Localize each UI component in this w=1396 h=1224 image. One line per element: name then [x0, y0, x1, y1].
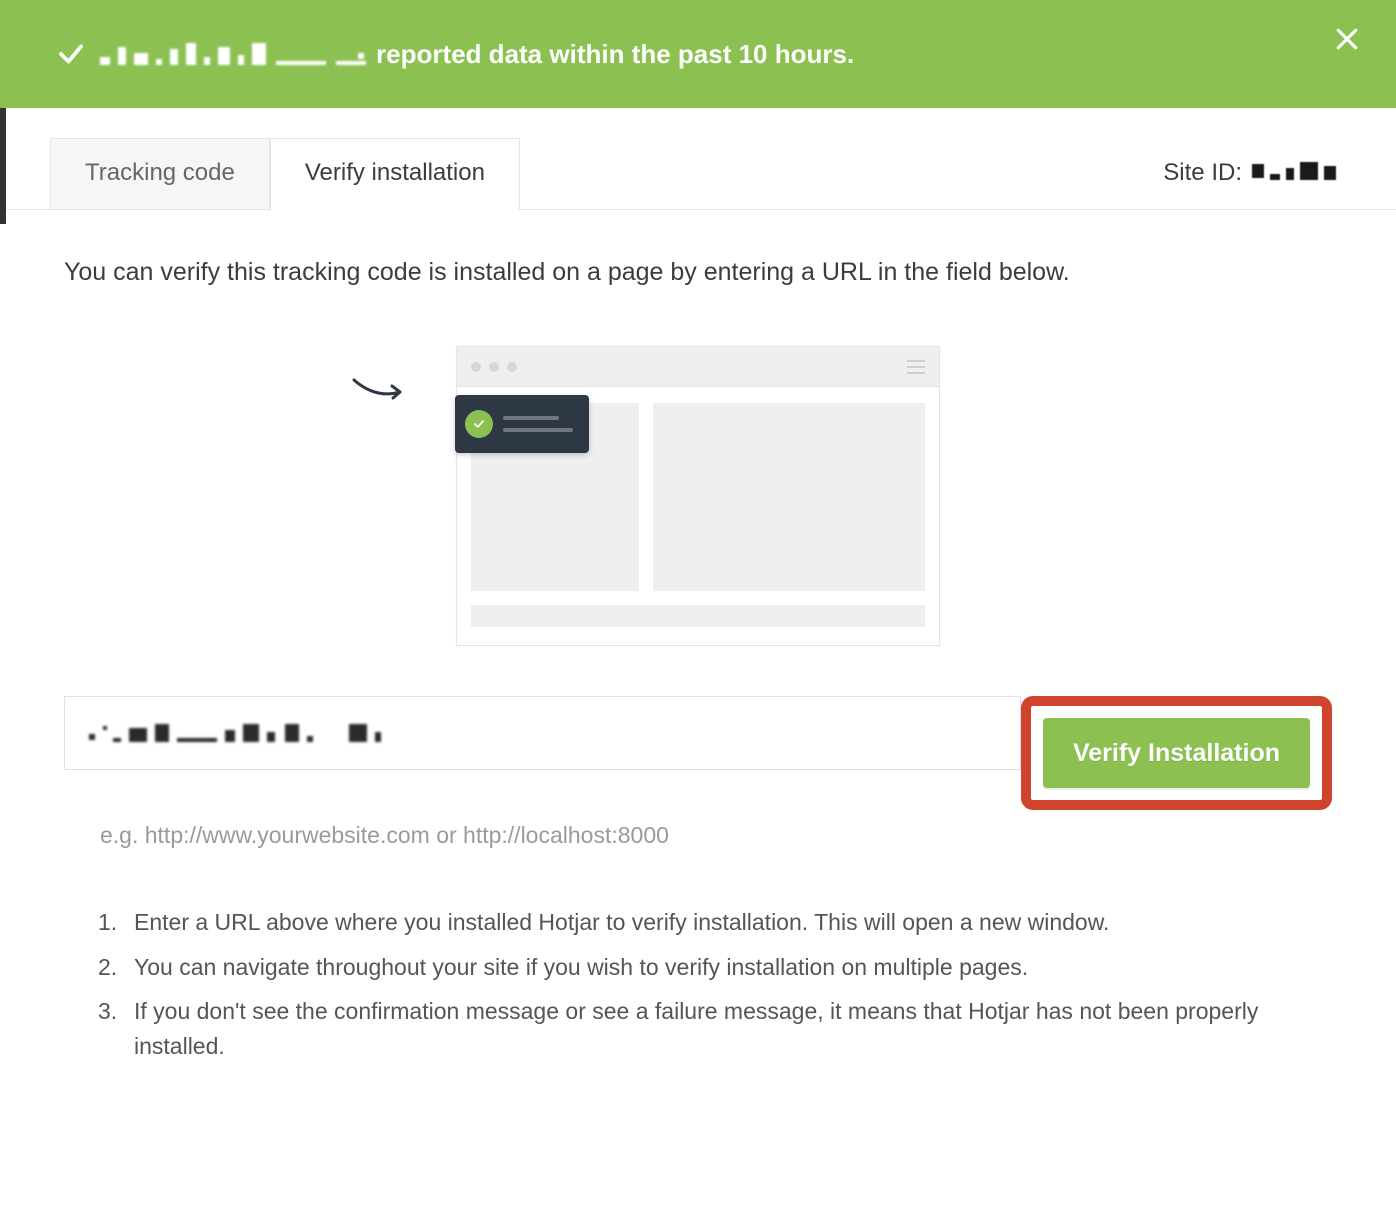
site-id-label: Site ID: — [1163, 159, 1242, 187]
toast-lines — [503, 416, 573, 432]
step-1: Enter a URL above where you installed Ho… — [98, 905, 1322, 940]
toast-check-icon — [465, 410, 493, 438]
intro-text: You can verify this tracking code is ins… — [64, 254, 1332, 290]
browser-bar — [457, 347, 939, 387]
tabs: Tracking code Verify installation — [50, 138, 520, 209]
tab-tracking-code[interactable]: Tracking code — [50, 138, 270, 209]
banner-site-name-redacted — [100, 39, 366, 69]
illustration — [64, 346, 1332, 646]
banner-message: reported data within the past 10 hours. — [376, 39, 854, 70]
url-value-redacted — [89, 720, 419, 746]
left-edge-decoration — [0, 100, 6, 224]
close-icon[interactable] — [1332, 24, 1362, 54]
url-input[interactable] — [64, 696, 1021, 770]
step-3: If you don't see the confirmation messag… — [98, 994, 1322, 1063]
step-2: You can navigate throughout your site if… — [98, 950, 1322, 985]
status-banner: reported data within the past 10 hours. — [0, 0, 1396, 108]
tabs-row: Tracking code Verify installation Site I… — [0, 108, 1396, 210]
tab-verify-installation[interactable]: Verify installation — [270, 138, 520, 209]
site-id-value-redacted — [1252, 162, 1336, 184]
url-hint: e.g. http://www.yourwebsite.com or http:… — [100, 822, 1332, 849]
verify-button-highlight: Verify Installation — [1021, 696, 1332, 810]
steps-list: Enter a URL above where you installed Ho… — [98, 905, 1322, 1063]
site-id: Site ID: — [1163, 159, 1336, 209]
placeholder-block — [653, 403, 925, 591]
verify-installation-button[interactable]: Verify Installation — [1043, 718, 1310, 788]
browser-mock — [456, 346, 940, 646]
check-icon — [56, 39, 86, 69]
hamburger-icon — [907, 360, 925, 374]
placeholder-block — [471, 605, 925, 627]
url-row: Verify Installation — [64, 696, 1332, 810]
confirmation-toast — [455, 395, 589, 453]
arrow-icon — [352, 374, 408, 409]
window-dots-icon — [471, 362, 517, 372]
